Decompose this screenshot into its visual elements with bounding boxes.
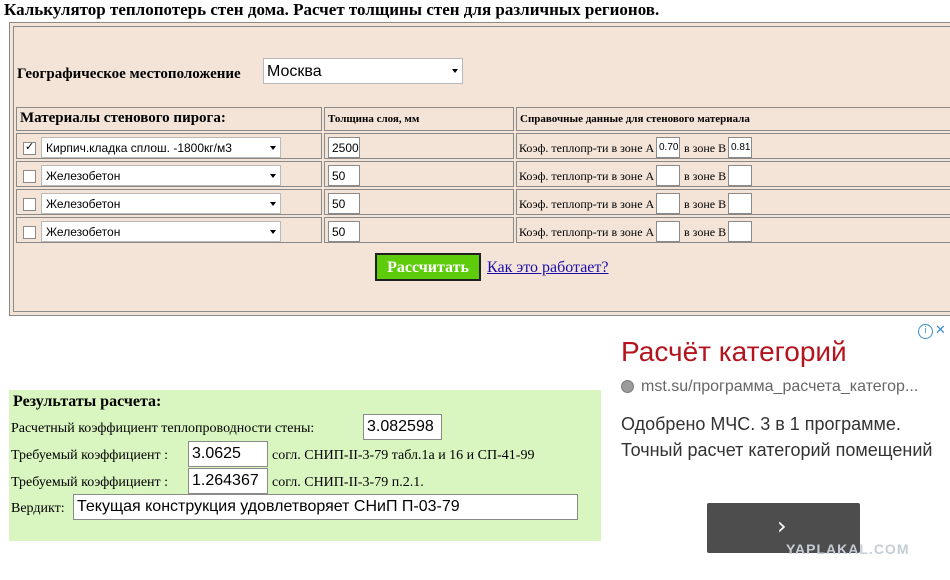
calc-coef-label: Расчетный коэффициент теплопроводности с… — [11, 421, 315, 436]
req1-value[interactable]: 3.0625 — [188, 441, 268, 467]
table-row: Железобетон — [16, 161, 322, 187]
close-icon[interactable]: ✕ — [935, 323, 946, 338]
zone-b-input[interactable]: 0.81 — [728, 137, 752, 158]
results-panel: Результаты расчета: Расчетный коэффициен… — [9, 390, 601, 541]
results-title: Результаты расчета: — [13, 393, 162, 410]
header-materials: Материалы стенового пирога: — [16, 107, 322, 131]
zone-a-label: Коэф. теплопр-ти в зоне А — [519, 225, 655, 239]
zone-a-input[interactable] — [656, 193, 680, 214]
req1-note: согл. СНИП-II-3-79 табл.1а и 16 и СП-41-… — [272, 448, 535, 463]
header-reference: Справочные данные для стенового материал… — [516, 107, 950, 131]
material-select[interactable]: Железобетон — [41, 165, 281, 186]
chevron-down-icon — [452, 69, 458, 73]
location-label: Географическое местоположение — [17, 66, 241, 82]
header-reference-text: Справочные данные для стенового материал… — [520, 113, 750, 125]
zone-a-label: Коэф. теплопр-ти в зоне А — [519, 141, 655, 155]
material-checkbox[interactable] — [23, 198, 36, 211]
zone-b-input[interactable] — [728, 165, 752, 186]
zone-b-label: в зоне В — [684, 141, 727, 155]
chevron-down-icon — [270, 201, 276, 206]
reference-cell: Коэф. теплопр-ти в зоне А в зоне В — [516, 161, 950, 187]
material-select[interactable]: Железобетон — [41, 221, 281, 242]
reference-cell: Коэф. теплопр-ти в зоне А в зоне В — [516, 189, 950, 215]
thickness-cell: 50 — [324, 217, 514, 243]
zone-a-label: Коэф. теплопр-ти в зоне А — [519, 197, 655, 211]
material-select[interactable]: Кирпич.кладка сплош. -1800кг/м3 — [41, 137, 281, 158]
material-checkbox[interactable] — [23, 140, 36, 155]
calculator-panel: Географическое местоположение Москва Мат… — [9, 22, 950, 316]
zone-b-label: в зоне В — [684, 225, 727, 239]
zone-b-input[interactable] — [728, 221, 752, 242]
zone-a-input[interactable] — [656, 165, 680, 186]
advertisement[interactable]: i ✕ Расчёт категорий mst.su/программа_ра… — [608, 322, 950, 562]
thickness-input[interactable]: 50 — [328, 193, 360, 214]
req2-value[interactable]: 1.264367 — [188, 468, 268, 494]
zone-b-label: в зоне В — [684, 169, 727, 183]
chevron-right-icon: › — [777, 512, 787, 540]
verdict-label: Вердикт: — [11, 501, 65, 516]
thickness-cell: 50 — [324, 161, 514, 187]
header-materials-text: Материалы стенового пирога: — [20, 110, 226, 126]
material-select-value: Железобетон — [46, 169, 121, 183]
ad-title[interactable]: Расчёт категорий — [621, 336, 847, 368]
verdict-value[interactable]: Текущая конструкция удовлетворяет СНиП П… — [73, 494, 578, 520]
materials-table: Материалы стенового пирога: Толщина слоя… — [16, 107, 950, 243]
calculator-inner-frame: Географическое местоположение Москва Мат… — [13, 26, 950, 312]
chevron-down-icon — [270, 173, 276, 178]
calculate-button[interactable]: Рассчитать — [375, 253, 481, 281]
thickness-input[interactable]: 50 — [328, 221, 360, 242]
location-select-value: Москва — [267, 63, 322, 80]
thickness-input[interactable]: 2500 — [328, 137, 360, 158]
zone-b-label: в зоне В — [684, 197, 727, 211]
chevron-down-icon — [270, 145, 276, 150]
header-thickness-text: Толщина слоя, мм — [328, 113, 420, 125]
info-icon[interactable]: i — [918, 324, 933, 339]
zone-a-label: Коэф. теплопр-ти в зоне А — [519, 169, 655, 183]
reference-cell: Коэф. теплопр-ти в зоне А в зоне В — [516, 217, 950, 243]
page-title: Калькулятор теплопотерь стен дома. Расче… — [4, 0, 660, 19]
header-thickness: Толщина слоя, мм — [324, 107, 514, 131]
ad-controls[interactable]: i ✕ — [918, 323, 948, 342]
calc-coef-value[interactable]: 3.082598 — [363, 414, 442, 440]
table-row: Железобетон — [16, 189, 322, 215]
material-select-value: Железобетон — [46, 225, 121, 239]
reference-cell: Коэф. теплопр-ти в зоне А 0.70 в зоне В … — [516, 133, 950, 159]
table-row: Кирпич.кладка сплош. -1800кг/м3 — [16, 133, 322, 159]
req2-note: согл. СНИП-II-3-79 п.2.1. — [272, 475, 424, 490]
thickness-input[interactable]: 50 — [328, 165, 360, 186]
material-select[interactable]: Железобетон — [41, 193, 281, 214]
globe-icon — [621, 380, 634, 393]
material-checkbox[interactable] — [23, 170, 36, 183]
req1-label: Требуемый коэффициент : — [11, 448, 169, 463]
how-it-works-link[interactable]: Как это работает? — [487, 259, 609, 277]
thickness-cell: 2500 — [324, 133, 514, 159]
chevron-down-icon — [270, 229, 276, 234]
ad-url[interactable]: mst.su/программа_расчета_категор... — [641, 378, 918, 396]
material-checkbox[interactable] — [23, 226, 36, 239]
ad-description: Одобрено МЧС. 3 в 1 программе. Точный ра… — [621, 414, 933, 460]
material-select-value: Кирпич.кладка сплош. -1800кг/м3 — [46, 141, 232, 155]
thickness-cell: 50 — [324, 189, 514, 215]
req2-label: Требуемый коэффициент : — [11, 475, 169, 490]
location-select[interactable]: Москва — [263, 58, 463, 84]
zone-b-input[interactable] — [728, 193, 752, 214]
watermark: YAPLAKAL.COM — [786, 541, 910, 557]
table-row: Железобетон — [16, 217, 322, 243]
zone-a-input[interactable]: 0.70 — [656, 137, 680, 158]
material-select-value: Железобетон — [46, 197, 121, 211]
zone-a-input[interactable] — [656, 221, 680, 242]
